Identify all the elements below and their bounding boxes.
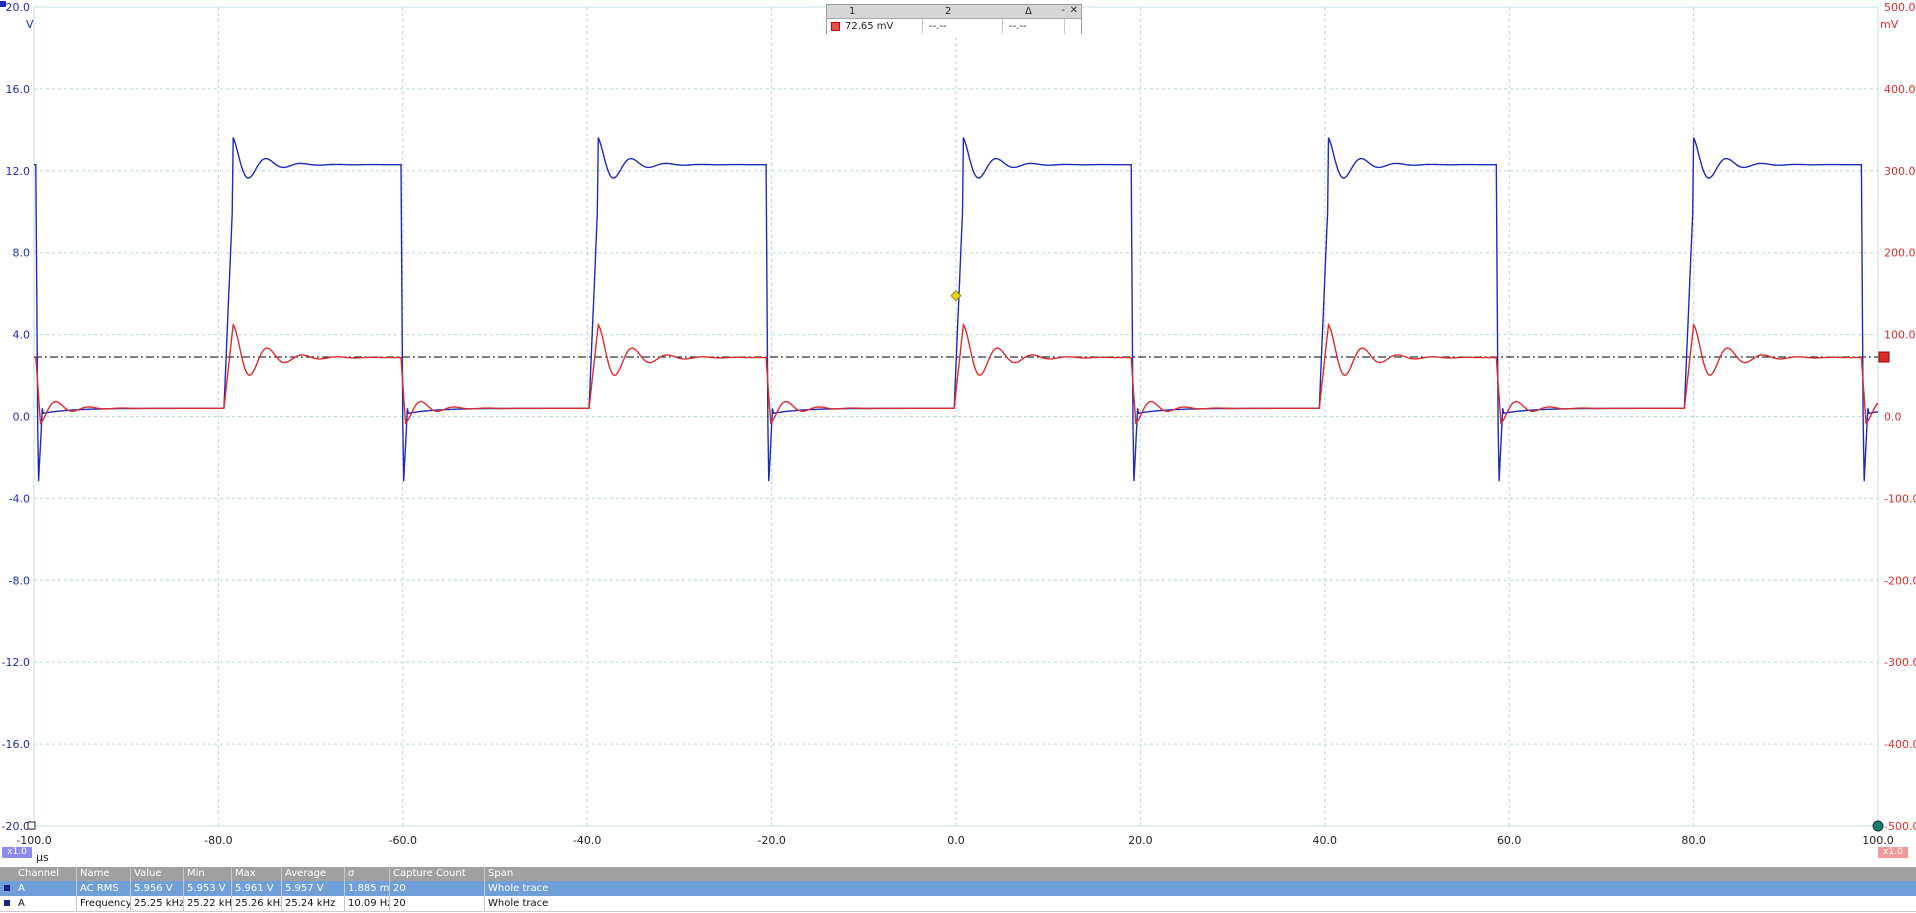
ruler-col-delta: Δ	[1025, 6, 1032, 17]
cell-average: 25.24 kHz	[282, 896, 345, 911]
table-row[interactable]: A Frequency 25.25 kHz 25.22 kHz 25.26 kH…	[0, 896, 1916, 912]
time-axis-tick: 80.0	[1681, 834, 1706, 847]
ruler-handle-icon[interactable]	[1878, 351, 1890, 363]
left-axis-tick: -4.0	[9, 492, 30, 505]
left-axis-unit: V	[26, 18, 34, 31]
cell-name: Frequency	[77, 896, 131, 911]
header-average[interactable]: Average	[282, 867, 345, 881]
cell-capture-count: 20	[390, 881, 485, 896]
cell-min: 25.22 kHz	[184, 896, 232, 911]
header-sigma[interactable]: σ	[345, 867, 390, 881]
table-row[interactable]: A AC RMS 5.956 V 5.953 V 5.961 V 5.957 V…	[0, 881, 1916, 896]
ruler-value-2: --.--	[923, 19, 1003, 34]
left-axis-tick: 16.0	[6, 83, 31, 96]
right-axis-tick: 400.0	[1884, 83, 1916, 96]
time-axis-tick: -60.0	[389, 834, 417, 847]
time-axis-tick: -100.0	[16, 834, 51, 847]
cell-value: 25.25 kHz	[131, 896, 184, 911]
left-axis-tick: -12.0	[2, 656, 30, 669]
header-name[interactable]: Name	[77, 867, 131, 881]
channel-color-icon	[4, 900, 10, 906]
time-axis-tick: -80.0	[204, 834, 232, 847]
header-min[interactable]: Min	[184, 867, 232, 881]
cell-channel: A	[15, 896, 77, 911]
right-axis-tick: -200.0	[1884, 574, 1916, 587]
time-axis-tick: 0.0	[947, 834, 965, 847]
axis-tick-labels: 20.016.012.08.04.00.0-4.0-8.0-12.0-16.0-…	[2, 1, 1916, 847]
ruler-legend-panel[interactable]: 1 2 Δ - ✕ 72.65 mV --.-- --.--	[826, 4, 1082, 34]
left-axis-tick: -16.0	[2, 738, 30, 751]
minimize-icon[interactable]: -	[1061, 5, 1065, 17]
cell-sigma: 1.885 mV	[345, 881, 390, 896]
right-axis-tick: -300.0	[1884, 656, 1916, 669]
ruler-value-row: 72.65 mV --.-- --.--	[827, 19, 1081, 34]
header-max[interactable]: Max	[232, 867, 282, 881]
time-axis-tick: 20.0	[1128, 834, 1153, 847]
cell-span: Whole trace	[488, 883, 549, 894]
time-axis-tick: -40.0	[573, 834, 601, 847]
measurements-header-row: Channel Name Value Min Max Average σ Cap…	[0, 867, 1916, 881]
channel-a-scale-badge[interactable]: x1.0	[2, 847, 32, 858]
right-axis-tick: 200.0	[1884, 247, 1916, 260]
row-marker	[0, 881, 15, 896]
cell-average: 5.957 V	[282, 881, 345, 896]
cell-capture-count: 20	[390, 896, 485, 911]
ruler-col-2: 2	[945, 6, 952, 17]
channel-b-swatch-icon	[831, 21, 840, 31]
header-spacer	[0, 867, 15, 881]
left-axis-tick: -20.0	[2, 820, 30, 833]
left-axis-tick: 8.0	[13, 247, 31, 260]
cell-channel: A	[15, 881, 77, 896]
header-capture-count[interactable]: Capture Count	[390, 867, 485, 881]
cell-sigma: 10.09 Hz	[345, 896, 390, 911]
oscilloscope-view[interactable]: 20.016.012.08.04.00.0-4.0-8.0-12.0-16.0-…	[0, 0, 1916, 866]
right-axis-tick: 500.0	[1884, 1, 1916, 14]
right-axis-tick: 0.0	[1884, 411, 1902, 424]
right-axis-tick: 300.0	[1884, 165, 1916, 178]
header-value[interactable]: Value	[131, 867, 184, 881]
channel-a-axis-marker-icon[interactable]	[0, 1, 6, 7]
time-axis-tick: 60.0	[1497, 834, 1522, 847]
time-axis-tick: 100.0	[1862, 834, 1894, 847]
ruler-col-1: 1	[849, 6, 856, 17]
zoom-origin-marker-icon[interactable]	[27, 821, 36, 830]
ruler-value-1: 72.65 mV	[827, 19, 923, 34]
graticule-grid	[33, 6, 1879, 827]
left-axis-tick: -8.0	[9, 574, 30, 587]
left-axis-tick: 0.0	[13, 411, 31, 424]
close-icon[interactable]: ✕	[1070, 5, 1078, 17]
right-axis-tick: -100.0	[1884, 492, 1916, 505]
right-axis-tick: -500.0	[1884, 820, 1916, 833]
time-offset-marker-icon[interactable]	[1872, 820, 1884, 832]
header-channel[interactable]: Channel	[15, 867, 77, 881]
cell-max: 25.26 kHz	[232, 896, 282, 911]
channel-b-scale-badge[interactable]: x1.0	[1878, 847, 1908, 858]
left-axis-tick: 12.0	[6, 165, 31, 178]
right-axis-tick: 100.0	[1884, 329, 1916, 342]
channel-color-icon	[4, 885, 10, 891]
cell-name: AC RMS	[77, 881, 131, 896]
time-axis-unit: µs	[36, 851, 49, 864]
right-axis-unit: mV	[1880, 18, 1899, 31]
measurements-table[interactable]: Channel Name Value Min Max Average σ Cap…	[0, 867, 1916, 913]
left-axis-tick: 20.0	[6, 1, 31, 14]
cell-span: Whole trace	[488, 898, 549, 909]
ruler-value-1-text: 72.65 mV	[845, 21, 894, 32]
cell-max: 5.961 V	[232, 881, 282, 896]
left-axis-tick: 4.0	[13, 329, 31, 342]
channel-markers[interactable]	[0, 1, 1890, 832]
ruler-legend-header: 1 2 Δ	[827, 5, 1081, 19]
time-axis-tick: 40.0	[1313, 834, 1338, 847]
cell-min: 5.953 V	[184, 881, 232, 896]
time-axis-tick: -20.0	[757, 834, 785, 847]
row-marker	[0, 896, 15, 911]
cell-value: 5.956 V	[131, 881, 184, 896]
header-span[interactable]: Span	[485, 867, 1916, 881]
right-axis-tick: -400.0	[1884, 738, 1916, 751]
ruler-value-delta: --.--	[1003, 19, 1065, 34]
